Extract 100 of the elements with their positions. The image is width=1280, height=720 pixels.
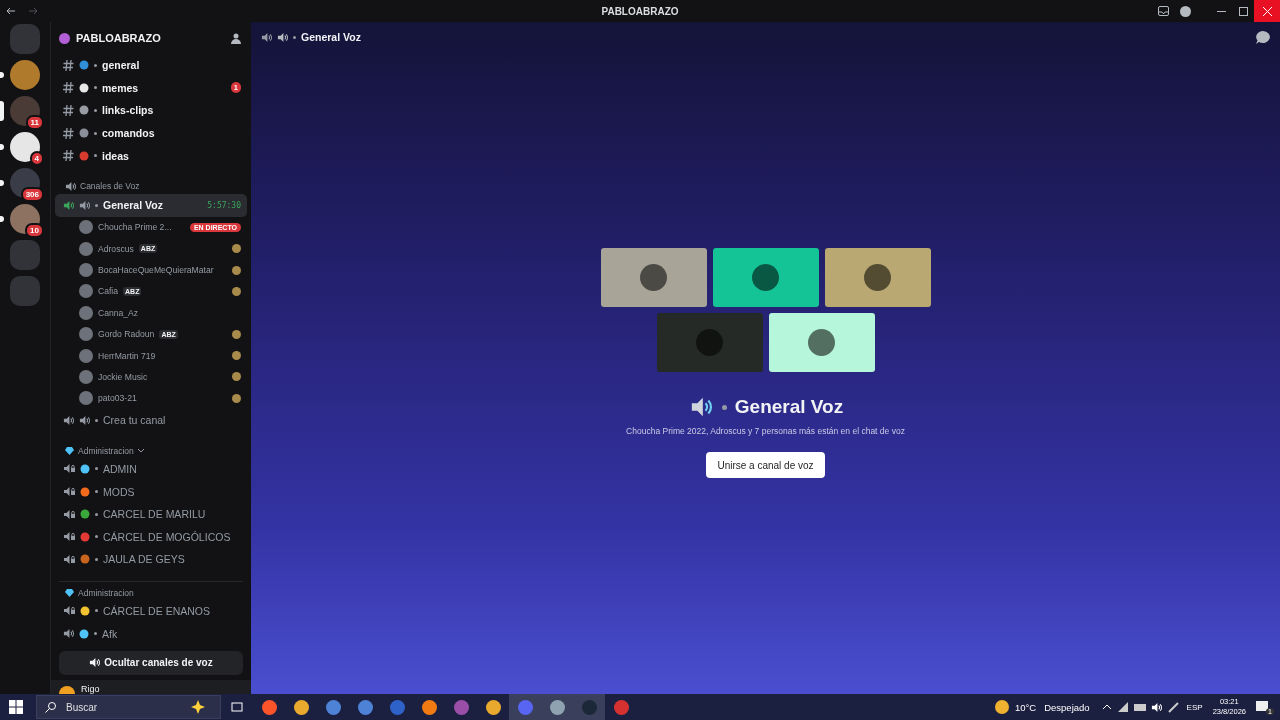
participant-tile[interactable] <box>768 313 875 372</box>
member-name[interactable]: Gordo Radoun <box>98 329 155 340</box>
channel-name[interactable]: links-clips <box>102 104 241 117</box>
user-avatar[interactable] <box>79 327 93 342</box>
volume-icon <box>1150 701 1162 713</box>
notification-icon[interactable] <box>1256 701 1268 713</box>
search-icon <box>45 701 56 713</box>
member-name[interactable]: pato03-21 <box>98 393 137 404</box>
bullet-dot-icon <box>94 154 97 158</box>
wifi-icon[interactable] <box>1117 702 1129 712</box>
participant-tile[interactable] <box>712 248 819 307</box>
bullet-dot-icon <box>94 63 97 67</box>
bullet-dot-icon <box>94 131 97 135</box>
locked-speaker-icon <box>63 553 75 565</box>
member-name[interactable]: Canna_Az <box>98 307 139 318</box>
close-button[interactable] <box>1254 0 1280 22</box>
channel-name[interactable]: CÁRCEL DE MOGÓLICOS <box>103 530 241 543</box>
window-title: PABLOABRAZO <box>601 5 679 17</box>
user-avatar[interactable] <box>79 305 93 320</box>
bullet-dot-icon <box>95 557 98 561</box>
channel-title: General Voz <box>301 31 362 43</box>
mention-badge: 306 <box>20 187 44 202</box>
category-name[interactable]: Administracion <box>78 587 134 598</box>
participant-tile[interactable] <box>656 313 763 372</box>
user-avatar[interactable] <box>79 241 93 256</box>
channel-name[interactable]: Crea tu canal <box>103 414 241 427</box>
weather-text: Despejado <box>1044 701 1090 713</box>
channel-name[interactable]: comandos <box>102 127 241 140</box>
bullet-dot-icon <box>95 609 98 613</box>
speaker-icon <box>89 657 101 669</box>
add-member-icon[interactable] <box>231 32 243 44</box>
category-name[interactable]: Administracion <box>78 445 134 456</box>
user-avatar[interactable] <box>79 391 93 406</box>
speaker-icon <box>79 199 90 211</box>
channel-name[interactable]: General Voz <box>103 199 203 212</box>
server-name[interactable]: PABLOABRAZO <box>76 32 225 44</box>
bullet-dot-icon <box>95 467 98 471</box>
member-name[interactable]: Jockie Music <box>98 372 148 382</box>
avatar-placeholder <box>640 264 667 291</box>
channel-name[interactable]: general <box>102 59 241 72</box>
category-name[interactable]: Canales de Voz <box>80 181 140 192</box>
bullet-dot-icon <box>95 203 98 207</box>
channel-name[interactable]: JAULA DE GEYS <box>103 553 241 566</box>
locked-speaker-icon <box>63 605 75 617</box>
channel-name[interactable]: Afk <box>102 627 241 640</box>
diamond-icon <box>65 588 74 597</box>
temperature: 10°C <box>1014 701 1037 713</box>
hash-icon <box>63 150 74 162</box>
bullet-dot-icon <box>94 86 97 90</box>
participant-tile[interactable] <box>600 248 707 307</box>
hash-icon <box>63 127 74 139</box>
taskbar-search-bar[interactable]: Buscar <box>36 695 221 719</box>
user-avatar[interactable] <box>79 348 93 363</box>
participant-tile[interactable] <box>824 248 931 307</box>
join-voice-button[interactable]: Unirse a canal de voz <box>706 452 825 478</box>
user-avatar[interactable] <box>59 686 75 694</box>
channel-name[interactable]: CÁRCEL DE ENANOS <box>103 604 241 617</box>
hash-icon <box>63 59 74 71</box>
mention-badge: 11 <box>25 115 44 130</box>
channel-name[interactable]: memes <box>102 81 226 94</box>
member-name[interactable]: Cafia <box>98 286 119 297</box>
hide-voice-channels-button[interactable]: Ocultar canales de voz <box>59 650 243 675</box>
hash-icon <box>63 82 74 94</box>
user-name: Rigo <box>81 684 100 694</box>
chat-bubble-icon[interactable] <box>1256 30 1270 44</box>
speaker-icon <box>261 31 272 43</box>
member-name[interactable]: HerrMartin 719 <box>98 350 156 361</box>
locked-speaker-icon <box>63 508 75 520</box>
speaker-icon <box>63 414 74 426</box>
member-name[interactable]: Adroscus <box>98 243 134 254</box>
locked-speaker-icon <box>63 486 75 498</box>
speaker-icon <box>79 414 90 426</box>
locked-speaker-icon <box>63 531 75 543</box>
channel-name[interactable]: ideas <box>102 149 241 162</box>
chevron-icon[interactable] <box>137 448 144 453</box>
chevron-up-icon[interactable] <box>1101 704 1112 710</box>
volume-icon <box>63 199 74 211</box>
member-name[interactable]: BocaHaceQueMeQuieraMatar <box>98 265 214 276</box>
user-avatar[interactable] <box>79 370 93 384</box>
search-input[interactable]: Buscar <box>64 700 180 714</box>
user-avatar[interactable] <box>79 263 93 278</box>
channel-name[interactable]: CARCEL DE MARILU <box>103 508 241 521</box>
speaker-icon <box>65 180 76 192</box>
battery-icon[interactable] <box>1133 703 1146 711</box>
channel-name[interactable]: MODS <box>103 485 241 498</box>
member-name[interactable]: Choucha Prime 2... <box>98 222 172 233</box>
voice-channel-row[interactable]: General Voz 5:57:30 <box>55 193 247 217</box>
voice-channel-title: General Voz <box>734 396 844 418</box>
diamond-icon <box>65 446 74 455</box>
user-avatar[interactable] <box>79 220 93 235</box>
participants-summary: Choucha Prime 2022, Adroscus y 7 personas más están en el chat de voz <box>626 426 905 436</box>
bullet-dot-icon <box>95 490 98 494</box>
bullet-dot-icon <box>293 35 296 39</box>
channel-name[interactable]: ADMIN <box>103 462 241 475</box>
server-badge-icon <box>59 32 70 44</box>
language-indicator[interactable]: ESP <box>1186 702 1203 712</box>
user-avatar[interactable] <box>79 284 93 299</box>
bullet-dot-icon <box>95 535 98 539</box>
call-timer: 5:57:30 <box>207 200 241 210</box>
bullet-dot-icon <box>94 632 97 636</box>
